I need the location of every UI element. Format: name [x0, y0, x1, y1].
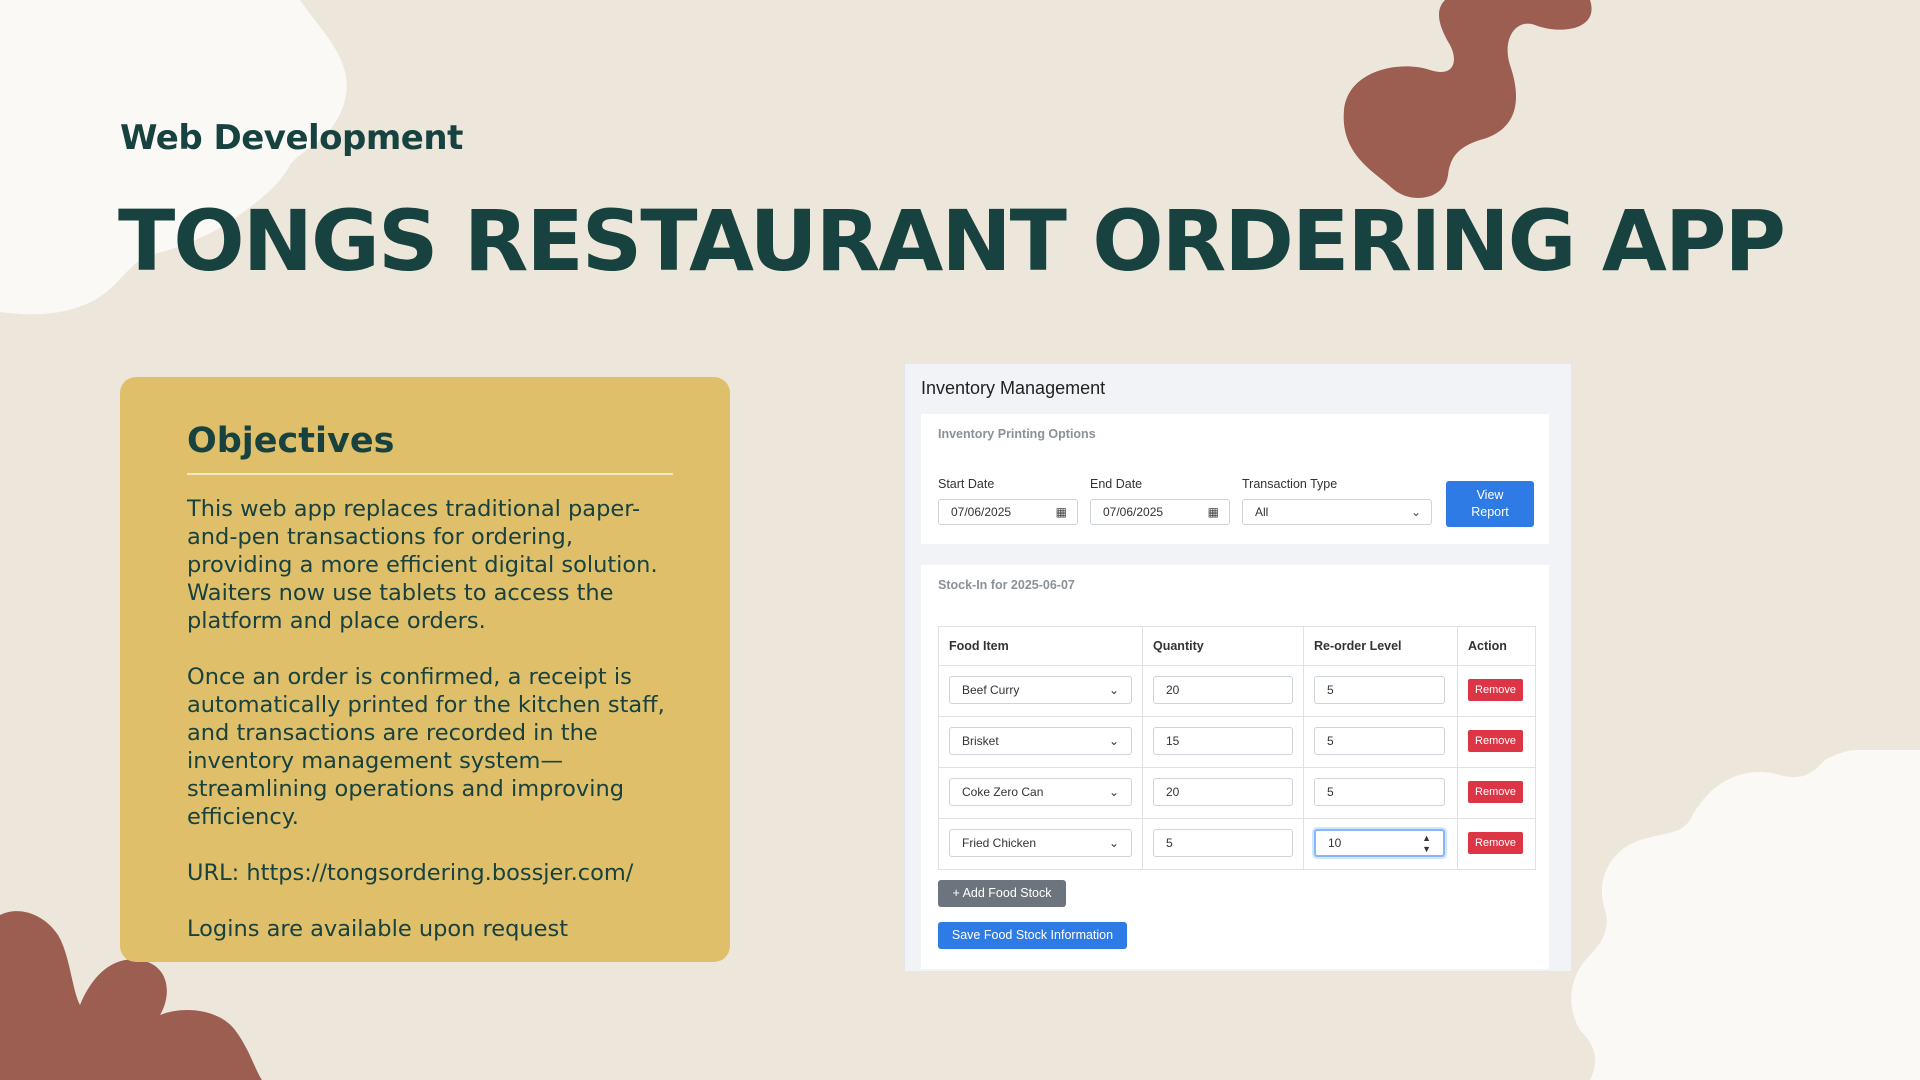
stock-in-card: Stock-In for 2025-06-07 Food Item Quanti…	[921, 565, 1549, 969]
food-item-value: Brisket	[962, 734, 999, 748]
stock-in-label: Stock-In for 2025-06-07	[938, 578, 1075, 592]
start-date-value: 07/06/2025	[951, 505, 1012, 519]
chevron-down-icon: ⌄	[1410, 505, 1421, 519]
end-date-input[interactable]: 07/06/2025 ▦	[1090, 499, 1230, 525]
calendar-icon[interactable]: ▦	[1056, 500, 1067, 524]
remove-button[interactable]: Remove	[1468, 679, 1523, 701]
remove-button[interactable]: Remove	[1468, 832, 1523, 854]
page-title: TONGS RESTAURANT ORDERING APP	[118, 192, 1786, 290]
transaction-type-label: Transaction Type	[1242, 477, 1338, 491]
food-item-select[interactable]: Brisket ⌄	[949, 727, 1132, 755]
column-header-action: Action	[1457, 626, 1536, 666]
stock-table: Food Item Quantity Re-order Level Action…	[938, 626, 1536, 870]
reorder-level-input[interactable]: 5	[1314, 778, 1445, 806]
table-row: Coke Zero Can ⌄ 20 5 Remove	[938, 767, 1536, 819]
start-date-label: Start Date	[938, 477, 995, 491]
food-item-value: Beef Curry	[962, 683, 1020, 697]
column-header-reorder-level: Re-order Level	[1303, 626, 1458, 666]
table-header-row: Food Item Quantity Re-order Level Action	[938, 626, 1536, 666]
chevron-down-icon: ⌄	[1108, 683, 1119, 697]
quantity-input[interactable]: 20	[1153, 778, 1293, 806]
transaction-type-value: All	[1255, 505, 1269, 519]
app-title: Inventory Management	[921, 378, 1106, 398]
objectives-paragraph-1: This web app replaces traditional paper-…	[187, 496, 658, 634]
chevron-down-icon: ⌄	[1108, 734, 1119, 748]
save-food-stock-button[interactable]: Save Food Stock Information	[938, 922, 1127, 949]
objectives-logins: Logins are available upon request	[187, 916, 569, 942]
objectives-body: This web app replaces traditional paper-…	[187, 495, 673, 971]
app-screenshot: Inventory Management Inventory Printing …	[904, 363, 1572, 972]
subtitle: Web Development	[120, 118, 463, 158]
spinner-icon[interactable]: ▲ ▼	[1422, 833, 1431, 855]
objectives-paragraph-2: Once an order is confirmed, a receipt is…	[187, 664, 665, 830]
table-row: Brisket ⌄ 15 5 Remove	[938, 716, 1536, 768]
food-item-select[interactable]: Fried Chicken ⌄	[949, 829, 1132, 857]
remove-button[interactable]: Remove	[1468, 730, 1523, 752]
view-report-label-line-1: View	[1476, 488, 1504, 502]
food-item-value: Coke Zero Can	[962, 785, 1044, 799]
column-header-quantity: Quantity	[1142, 626, 1304, 666]
chevron-down-icon: ⌄	[1108, 785, 1119, 799]
view-report-button[interactable]: View Report	[1446, 481, 1534, 527]
table-row: Fried Chicken ⌄ 5 10 ▲ ▼ Remove	[938, 818, 1536, 870]
reorder-level-value: 10	[1328, 836, 1342, 850]
chevron-down-icon: ⌄	[1108, 836, 1119, 850]
reorder-level-input[interactable]: 10 ▲ ▼	[1314, 829, 1445, 857]
calendar-icon[interactable]: ▦	[1208, 500, 1219, 524]
objectives-card: Objectives This web app replaces traditi…	[120, 377, 730, 962]
objectives-heading: Objectives	[187, 421, 395, 461]
view-report-label-line-2: Report	[1471, 505, 1509, 519]
add-food-stock-button[interactable]: + Add Food Stock	[938, 880, 1066, 907]
food-item-select[interactable]: Beef Curry ⌄	[949, 676, 1132, 704]
printing-options-label: Inventory Printing Options	[938, 427, 1096, 441]
end-date-label: End Date	[1090, 477, 1143, 491]
transaction-type-select[interactable]: All ⌄	[1242, 499, 1432, 525]
quantity-input[interactable]: 5	[1153, 829, 1293, 857]
divider	[187, 473, 673, 475]
quantity-input[interactable]: 20	[1153, 676, 1293, 704]
column-header-food-item: Food Item	[938, 626, 1143, 666]
start-date-input[interactable]: 07/06/2025 ▦	[938, 499, 1078, 525]
reorder-level-input[interactable]: 5	[1314, 727, 1445, 755]
table-row: Beef Curry ⌄ 20 5 Remove	[938, 665, 1536, 717]
printing-options-card: Inventory Printing Options Start Date 07…	[921, 414, 1549, 544]
end-date-value: 07/06/2025	[1103, 505, 1164, 519]
cream-blob-bottom-right	[1570, 750, 1920, 1080]
quantity-input[interactable]: 15	[1153, 727, 1293, 755]
objectives-url: URL: https://tongsordering.bossjer.com/	[187, 860, 634, 886]
remove-button[interactable]: Remove	[1468, 781, 1523, 803]
food-item-value: Fried Chicken	[962, 836, 1037, 850]
reorder-level-input[interactable]: 5	[1314, 676, 1445, 704]
food-item-select[interactable]: Coke Zero Can ⌄	[949, 778, 1132, 806]
brown-squiggle	[1330, 0, 1600, 210]
